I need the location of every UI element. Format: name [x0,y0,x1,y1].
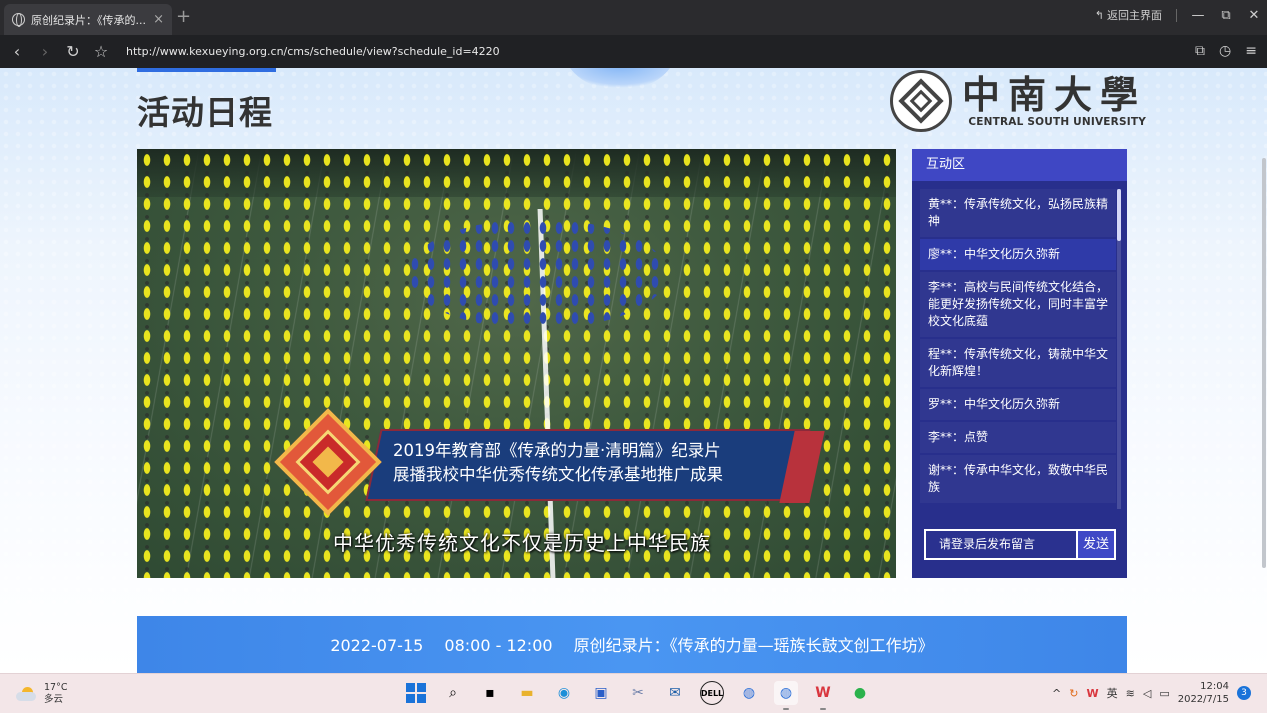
message-item: 李**：点赞 [920,422,1116,453]
clock-date: 2022/7/15 [1177,694,1229,705]
edge-icon[interactable]: ◉ [552,681,576,705]
taskbar-apps: ⌕ ▪ ▬ ◉ ▣ ✂ ✉ DELL ◍ ◍ W ● [404,681,872,710]
schedule-info-bar: 2022-07-15 08:00 - 12:00 原创纪录片：《传承的力量—瑶族… [137,616,1127,673]
snipping-tool-icon[interactable]: ✂ [626,681,650,705]
message-scroll-thumb[interactable] [1117,189,1121,241]
toolbar-right: ⧉ ◷ ≡ [1195,43,1257,59]
comment-input[interactable]: 请登录后发布留言 [924,529,1076,560]
task-view-icon[interactable]: ▪ [478,681,502,705]
message-item: 谢**：传承中华文化，致敬中华民族 [920,455,1116,503]
university-logo[interactable]: 中南大學 CENTRAL SOUTH UNIVERSITY [890,70,1146,132]
page-scrollbar[interactable] [1262,158,1266,568]
video-center-performers [407,219,667,329]
schedule-title: 原创纪录片：《传承的力量—瑶族长鼓文创工作坊》 [573,636,934,655]
address-bar: ‹ › ↻ ☆ http://www.kexueying.org.cn/cms/… [0,35,1267,68]
page-content: 活动日程 中南大學 CENTRAL SOUTH UNIVERSITY 2019年… [0,68,1267,673]
weather-condition: 多云 [44,694,64,705]
clock[interactable]: 12:04 2022/7/15 [1178,680,1229,706]
battery-icon[interactable]: ▭ [1159,687,1169,700]
temperature: 17°C [44,682,68,693]
back-to-main-button[interactable]: ↰ 返回主界面 [1095,7,1162,23]
menu-icon[interactable]: ≡ [1245,43,1257,59]
file-explorer-icon[interactable]: ▬ [515,681,539,705]
start-button[interactable] [404,681,428,705]
video-player[interactable]: 2019年教育部《传承的力量·清明篇》纪录片 展播我校中华优秀传统文化传承基地推… [137,149,896,578]
message-item: 程**：传承传统文化，铸就中华文化新辉煌！ [920,339,1116,387]
volume-icon[interactable]: ◁ [1143,687,1151,700]
message-item: 李**：高校与民间传统文化结合，能更好发扬传统文化，同时丰富学校文化底蕴 [920,272,1116,337]
return-icon: ↰ [1094,8,1104,22]
comment-form: 请登录后发布留言 发送 [924,529,1116,560]
video-subtitle: 中华优秀传统文化不仅是历史上中华民族 [333,531,711,555]
logo-english-name: CENTRAL SOUTH UNIVERSITY [968,116,1147,128]
url-field[interactable]: http://www.kexueying.org.cn/cms/schedule… [126,45,500,58]
sync-icon[interactable]: ↻ [1069,687,1078,700]
new-tab-button[interactable]: + [176,6,191,27]
message-item: 黄**：传承传统文化，弘扬民族精神 [920,189,1116,237]
store-icon[interactable]: ▣ [589,681,613,705]
minimize-button[interactable]: — [1191,8,1205,23]
decorative-swirl [560,68,680,88]
wps-tray-icon[interactable]: W [1086,687,1098,700]
back-icon[interactable]: ‹ [6,42,28,61]
restore-button[interactable]: ⧉ [1219,8,1233,23]
mail-icon[interactable]: ✉ [663,681,687,705]
reload-icon[interactable]: ↻ [62,42,84,61]
logo-chinese-name: 中南大學 [962,72,1147,117]
active-browser-icon[interactable]: ◍ [774,681,798,710]
weather-widget[interactable]: 17°C 多云 [16,682,67,706]
search-icon[interactable]: ⌕ [441,681,465,705]
video-banner-line1: 2019年教育部《传承的力量·清明篇》纪录片 [393,441,721,460]
partly-cloudy-icon [16,687,38,701]
clock-time: 12:04 [1200,681,1229,692]
video-crowd-shadow [137,149,896,578]
ime-indicator[interactable]: 英 [1107,685,1118,701]
close-window-button[interactable]: ✕ [1247,8,1261,23]
schedule-time: 08:00 - 12:00 [444,636,553,655]
forward-icon[interactable]: › [34,42,56,61]
close-tab-icon[interactable]: × [153,12,164,27]
wifi-icon[interactable]: ≋ [1126,687,1135,700]
history-icon[interactable]: ◷ [1219,43,1231,59]
message-item: 廖**：中华文化历久弥新 [920,239,1116,270]
interaction-panel: 互动区 黄**：传承传统文化，弘扬民族精神 廖**：中华文化历久弥新 李**：高… [912,149,1127,578]
share-icon[interactable]: ⧉ [1195,43,1205,59]
tab-title: 原创纪录片：《传承的... [31,13,146,27]
system-tray: ^ ↻ W 英 ≋ ◁ ▭ 12:04 2022/7/15 3 [1052,680,1251,706]
heading-accent-line [137,68,276,72]
browser-icon[interactable]: ◍ [737,681,761,705]
schedule-date: 2022-07-15 [330,636,424,655]
video-banner-line2: 展播我校中华优秀传统文化传承基地推广成果 [393,465,723,484]
video-banner-text: 2019年教育部《传承的力量·清明篇》纪录片 展播我校中华优秀传统文化传承基地推… [393,439,813,487]
send-button[interactable]: 发送 [1076,529,1116,560]
bookmark-star-icon[interactable]: ☆ [90,42,112,61]
globe-icon [12,13,25,27]
interaction-title: 互动区 [912,149,1127,181]
browser-tab[interactable]: 原创纪录片：《传承的... × [4,4,172,35]
video-pattern-icon [273,407,383,517]
tab-bar: 原创纪录片：《传承的... × + ↰ 返回主界面 — ⧉ ✕ [0,0,1267,35]
university-seal-icon [890,70,952,132]
message-item: 罗**：中华文化历久弥新 [920,389,1116,420]
back-to-main-label: 返回主界面 [1107,9,1162,22]
notification-badge[interactable]: 3 [1237,686,1251,700]
show-hidden-icons[interactable]: ^ [1052,687,1061,700]
divider [1176,8,1177,22]
wps-icon[interactable]: W [811,681,835,710]
dell-icon[interactable]: DELL [700,681,724,705]
windows-logo-icon [406,683,426,703]
window-controls: ↰ 返回主界面 — ⧉ ✕ [1095,7,1261,23]
taskbar: 17°C 多云 ⌕ ▪ ▬ ◉ ▣ ✂ ✉ DELL ◍ ◍ W ● ^ ↻ W… [0,673,1267,713]
message-list[interactable]: 黄**：传承传统文化，弘扬民族精神 廖**：中华文化历久弥新 李**：高校与民间… [920,189,1116,509]
page-title: 活动日程 [137,93,273,132]
wechat-icon[interactable]: ● [848,681,872,705]
